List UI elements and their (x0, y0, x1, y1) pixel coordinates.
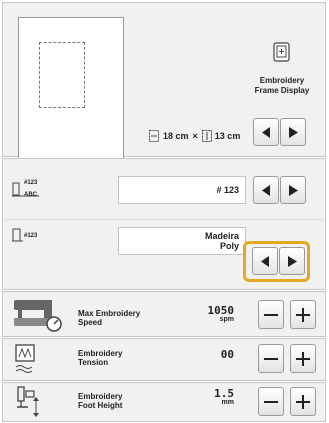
frame-preview (18, 17, 124, 160)
embroidery-area-outline (39, 42, 85, 108)
thread-number-next-button[interactable] (280, 176, 306, 204)
foot-height-value: 1.5 (214, 387, 234, 400)
frame-height-value: 13 cm (214, 131, 241, 141)
thread-brand-prev-button[interactable] (252, 247, 278, 275)
height-icon (201, 130, 212, 142)
thread-brand-icon-label: #123 (24, 233, 38, 239)
foot-height-readout: 1.5 mm (206, 388, 234, 407)
max-speed-unit: spm (219, 316, 234, 323)
thread-number-display-value: # 123 (118, 176, 246, 204)
frame-width-value: 18 cm (163, 131, 189, 141)
thread-brand-line2: Poly (219, 241, 239, 251)
foot-height-label: Embroidery Foot Height (78, 392, 123, 410)
size-times-sign: × (192, 131, 198, 141)
tension-decrease-button[interactable] (258, 344, 284, 373)
frame-display-next-button[interactable] (280, 118, 306, 146)
tension-value: 00 (220, 348, 234, 361)
left-arrow-icon (262, 185, 270, 196)
left-arrow-icon (262, 127, 270, 138)
thread-brand-value: Madeira Poly (118, 227, 246, 255)
right-arrow-icon (288, 256, 297, 267)
frame-display-prev-button[interactable] (253, 118, 279, 146)
embroidery-foot-icon (17, 386, 39, 417)
thread-brand-icon (12, 228, 23, 242)
max-speed-readout: 1050 spm (196, 304, 235, 324)
frame-display-label: Embroidery Frame Display (254, 76, 310, 95)
foot-height-increase-button[interactable] (290, 387, 316, 416)
max-speed-value: 1050 (207, 304, 235, 317)
tension-increase-button[interactable] (290, 344, 316, 373)
separator (6, 219, 322, 220)
max-speed-increase-button[interactable] (290, 300, 316, 329)
thread-brand-line1: Madeira (204, 231, 239, 241)
embroidery-tension-icon (15, 344, 35, 373)
foot-height-unit: mm (221, 399, 234, 406)
thread-number-icon-bottom: ABC (24, 192, 37, 198)
tension-label: Embroidery Tension (78, 349, 123, 367)
width-icon (149, 130, 159, 142)
max-speed-label: Max Embroidery Speed (78, 309, 141, 327)
tension-readout: 00 (206, 349, 234, 360)
max-speed-decrease-button[interactable] (258, 300, 284, 329)
foot-height-decrease-button[interactable] (258, 387, 284, 416)
embroidery-frame-icon (273, 42, 290, 62)
thread-number-icon-top: #123 (24, 180, 38, 186)
thread-brand-next-button[interactable] (279, 247, 305, 275)
thread-number-prev-button[interactable] (253, 176, 279, 204)
frame-size-readout: 18 cm × 13 cm (149, 128, 240, 144)
right-arrow-icon (289, 185, 298, 196)
right-arrow-icon (289, 127, 298, 138)
sewing-machine-speed-icon (14, 300, 62, 332)
left-arrow-icon (261, 256, 269, 267)
